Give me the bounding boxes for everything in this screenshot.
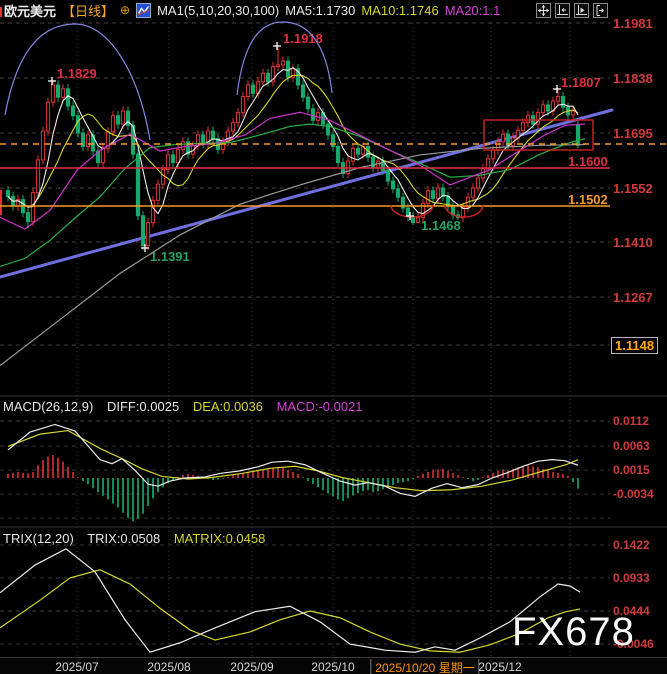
macd-header: MACD(26,12,9) DIFF:0.0025 DEA:0.0036 MAC… [3, 399, 373, 414]
macd-hist-value: MACD:-0.0021 [277, 399, 363, 414]
shift-chart-icon[interactable] [593, 3, 608, 18]
x-axis-label: 2025/12 [478, 660, 521, 674]
selected-date-label: 2025/10/20 星期一 [370, 659, 479, 674]
x-axis-label: 2025/10 [311, 660, 354, 674]
chart-canvas[interactable] [0, 0, 667, 674]
trix-value: TRIX:0.0508 [87, 531, 160, 546]
fit-x-axis-icon[interactable] [574, 3, 589, 18]
x-axis-label: 2025/08 [147, 660, 190, 674]
chart-toolbar [536, 3, 608, 18]
macd-dea-value: DEA:0.0036 [193, 399, 263, 414]
fit-y-axis-icon[interactable] [555, 3, 570, 18]
macd-title[interactable]: MACD(26,12,9) [3, 399, 93, 414]
timeframe-label[interactable]: 【日线】 [62, 1, 114, 20]
ma5-value: MA5:1.1730 [285, 3, 355, 18]
pan-icon[interactable] [536, 3, 551, 18]
trix-header: TRIX(12,20) TRIX:0.0508 MATRIX:0.0458 [3, 531, 275, 546]
x-axis-label: 2025/09 [230, 660, 273, 674]
chart-type-icon[interactable] [136, 3, 151, 18]
x-axis-bar[interactable]: 2025/07 2025/08 2025/09 2025/10 2025/10/… [0, 657, 667, 674]
add-indicator-icon[interactable]: ⊕ [120, 3, 130, 17]
ma20-value: MA20:1.1 [445, 3, 501, 18]
matrix-value: MATRIX:0.0458 [174, 531, 266, 546]
macd-diff-value: DIFF:0.0025 [107, 399, 179, 414]
trix-title[interactable]: TRIX(12,20) [3, 531, 74, 546]
x-axis-label: 2025/07 [55, 660, 98, 674]
ma-settings-label: MA1(5,10,20,30,100) [157, 3, 279, 18]
symbol-name[interactable]: 欧元美元 [4, 1, 56, 20]
chart-window: 欧元美元 【日线】 ⊕ MA1(5,10,20,30,100) MA5:1.17… [0, 0, 667, 674]
fx678-watermark: FX678 [512, 610, 635, 655]
ma10-value: MA10:1.1746 [361, 3, 438, 18]
